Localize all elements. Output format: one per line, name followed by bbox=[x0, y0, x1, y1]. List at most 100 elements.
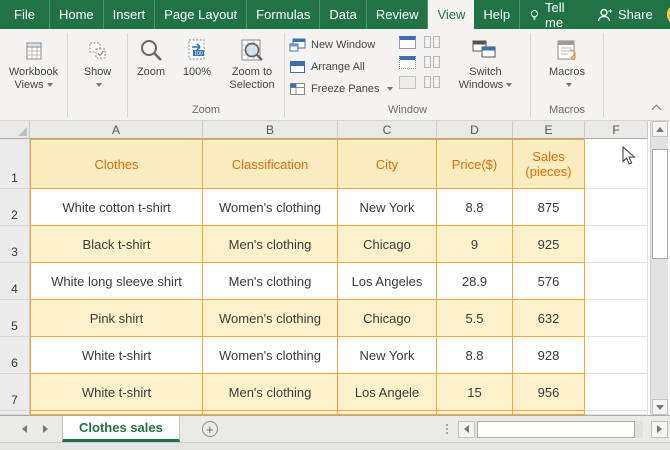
hide-button[interactable] bbox=[399, 56, 417, 69]
row-header-1[interactable]: 1 bbox=[0, 139, 30, 189]
split-button[interactable] bbox=[399, 36, 417, 49]
macros-icon bbox=[554, 36, 580, 66]
ribbon-tab-review[interactable]: Review bbox=[367, 0, 429, 29]
cell-F6[interactable] bbox=[585, 337, 648, 374]
previous-sheet-button[interactable] bbox=[22, 425, 27, 433]
column-header-B[interactable]: B bbox=[203, 121, 338, 139]
scroll-up-button[interactable] bbox=[652, 121, 668, 137]
freeze-panes-button[interactable]: Freeze Panes bbox=[285, 78, 394, 100]
workbook-views-button[interactable]: Workbook Views bbox=[2, 29, 66, 103]
cell-A7[interactable]: White t-shirt bbox=[30, 374, 203, 411]
cell-D4[interactable]: 28.9 bbox=[437, 263, 513, 300]
cell-C6[interactable]: New York bbox=[338, 337, 437, 374]
sheet-tab-clothes-sales[interactable]: Clothes sales bbox=[62, 416, 180, 442]
zoom-to-selection-button[interactable]: Zoom to Selection bbox=[221, 29, 283, 103]
ribbon-tab-formulas[interactable]: Formulas bbox=[247, 0, 321, 29]
cell-E5[interactable]: 632 bbox=[513, 300, 585, 337]
horizontal-scrollbar-track[interactable] bbox=[475, 420, 643, 438]
column-header-C[interactable]: C bbox=[338, 121, 437, 139]
cell-E4[interactable]: 576 bbox=[513, 263, 585, 300]
cell-B2[interactable]: Women's clothing bbox=[203, 189, 338, 226]
cell-D1[interactable]: Price($) bbox=[437, 139, 513, 189]
scroll-down-button[interactable] bbox=[652, 399, 668, 415]
cell-F1[interactable] bbox=[585, 139, 648, 189]
next-sheet-button[interactable] bbox=[43, 425, 48, 433]
cell-D5[interactable]: 5.5 bbox=[437, 300, 513, 337]
ribbon-tab-view[interactable]: View bbox=[428, 0, 475, 29]
vertical-scrollbar[interactable] bbox=[650, 121, 668, 415]
cell-D6[interactable]: 8.8 bbox=[437, 337, 513, 374]
show-button[interactable]: Show bbox=[72, 29, 124, 103]
row-header-6[interactable]: 6 bbox=[0, 337, 30, 374]
horizontal-scrollbar[interactable] bbox=[458, 416, 668, 442]
cell-B4[interactable]: Men's clothing bbox=[203, 263, 338, 300]
cell-A1[interactable]: Clothes bbox=[30, 139, 203, 189]
zoom-button[interactable]: Zoom bbox=[129, 29, 173, 103]
ribbon-tab-file[interactable]: File bbox=[0, 0, 50, 29]
zoom-100-label: 100% bbox=[182, 66, 212, 78]
cell-E3[interactable]: 925 bbox=[513, 226, 585, 263]
collapse-ribbon-icon[interactable] bbox=[653, 104, 661, 112]
cell-E2[interactable]: 875 bbox=[513, 189, 585, 226]
ribbon-tab-help[interactable]: Help bbox=[474, 0, 521, 29]
ribbon-tab-insert[interactable]: Insert bbox=[104, 0, 156, 29]
row-header-7[interactable]: 7 bbox=[0, 374, 30, 411]
share-label: Share bbox=[618, 7, 653, 22]
cell-B3[interactable]: Men's clothing bbox=[203, 226, 338, 263]
share-button[interactable]: Share bbox=[587, 0, 663, 29]
cell-C5[interactable]: Chicago bbox=[338, 300, 437, 337]
cell-D3[interactable]: 9 bbox=[437, 226, 513, 263]
vertical-scrollbar-thumb[interactable] bbox=[652, 149, 668, 259]
ribbon-tab-page-layout[interactable]: Page Layout bbox=[155, 0, 248, 29]
cell-C2[interactable]: New York bbox=[338, 189, 437, 226]
column-header-D[interactable]: D bbox=[437, 121, 513, 139]
horizontal-scrollbar-thumb[interactable] bbox=[477, 420, 635, 438]
cell-E1[interactable]: Sales (pieces) bbox=[513, 139, 585, 189]
cell-A2[interactable]: White cotton t-shirt bbox=[30, 189, 203, 226]
cell-D2[interactable]: 8.8 bbox=[437, 189, 513, 226]
new-sheet-button[interactable]: + bbox=[201, 416, 218, 442]
cell-E7[interactable]: 956 bbox=[513, 374, 585, 411]
cell-F5[interactable] bbox=[585, 300, 648, 337]
cell-C1[interactable]: City bbox=[338, 139, 437, 189]
zoom-label: Zoom bbox=[136, 66, 166, 78]
switch-windows-button[interactable]: Switch Windows bbox=[451, 29, 519, 103]
new-window-button[interactable]: New Window bbox=[285, 34, 393, 56]
cell-B1[interactable]: Classification bbox=[203, 139, 338, 189]
column-header-E[interactable]: E bbox=[513, 121, 585, 139]
cell-C7[interactable]: Los Angele bbox=[338, 374, 437, 411]
cell-D7[interactable]: 15 bbox=[437, 374, 513, 411]
view-side-by-side-button[interactable] bbox=[424, 36, 441, 49]
row-header-5[interactable]: 5 bbox=[0, 300, 30, 337]
cell-B5[interactable]: Women's clothing bbox=[203, 300, 338, 337]
cell-F2[interactable] bbox=[585, 189, 648, 226]
row-header-3[interactable]: 3 bbox=[0, 226, 30, 263]
ribbon-tab-data[interactable]: Data bbox=[320, 0, 367, 29]
cell-A3[interactable]: Black t-shirt bbox=[30, 226, 203, 263]
cell-C3[interactable]: Chicago bbox=[338, 226, 437, 263]
cell-F3[interactable] bbox=[585, 226, 648, 263]
up-arrow-icon bbox=[656, 126, 664, 132]
cell-F7[interactable] bbox=[585, 374, 648, 411]
column-header-F[interactable]: F bbox=[585, 121, 648, 139]
cell-F4[interactable] bbox=[585, 263, 648, 300]
tab-scroll-splitter-handle[interactable] bbox=[446, 416, 458, 442]
select-all-corner[interactable] bbox=[0, 121, 30, 139]
scroll-left-button[interactable] bbox=[458, 420, 475, 438]
tell-me-button[interactable]: Tell me bbox=[520, 0, 583, 30]
cell-B6[interactable]: Women's clothing bbox=[203, 337, 338, 374]
ribbon-tab-home[interactable]: Home bbox=[50, 0, 104, 29]
cell-A6[interactable]: White t-shirt bbox=[30, 337, 203, 374]
cell-A4[interactable]: White long sleeve shirt bbox=[30, 263, 203, 300]
arrange-all-button[interactable]: Arrange All bbox=[285, 56, 393, 78]
scroll-right-button[interactable] bbox=[651, 420, 668, 438]
column-header-A[interactable]: A bbox=[30, 121, 203, 139]
cell-C4[interactable]: Los Angeles bbox=[338, 263, 437, 300]
zoom-100-button[interactable]: 100 100% bbox=[175, 29, 219, 103]
cell-B7[interactable]: Men's clothing bbox=[203, 374, 338, 411]
cell-A5[interactable]: Pink shirt bbox=[30, 300, 203, 337]
macros-button[interactable]: Macros bbox=[539, 29, 595, 103]
cell-E6[interactable]: 928 bbox=[513, 337, 585, 374]
row-header-4[interactable]: 4 bbox=[0, 263, 30, 300]
row-header-2[interactable]: 2 bbox=[0, 189, 30, 226]
